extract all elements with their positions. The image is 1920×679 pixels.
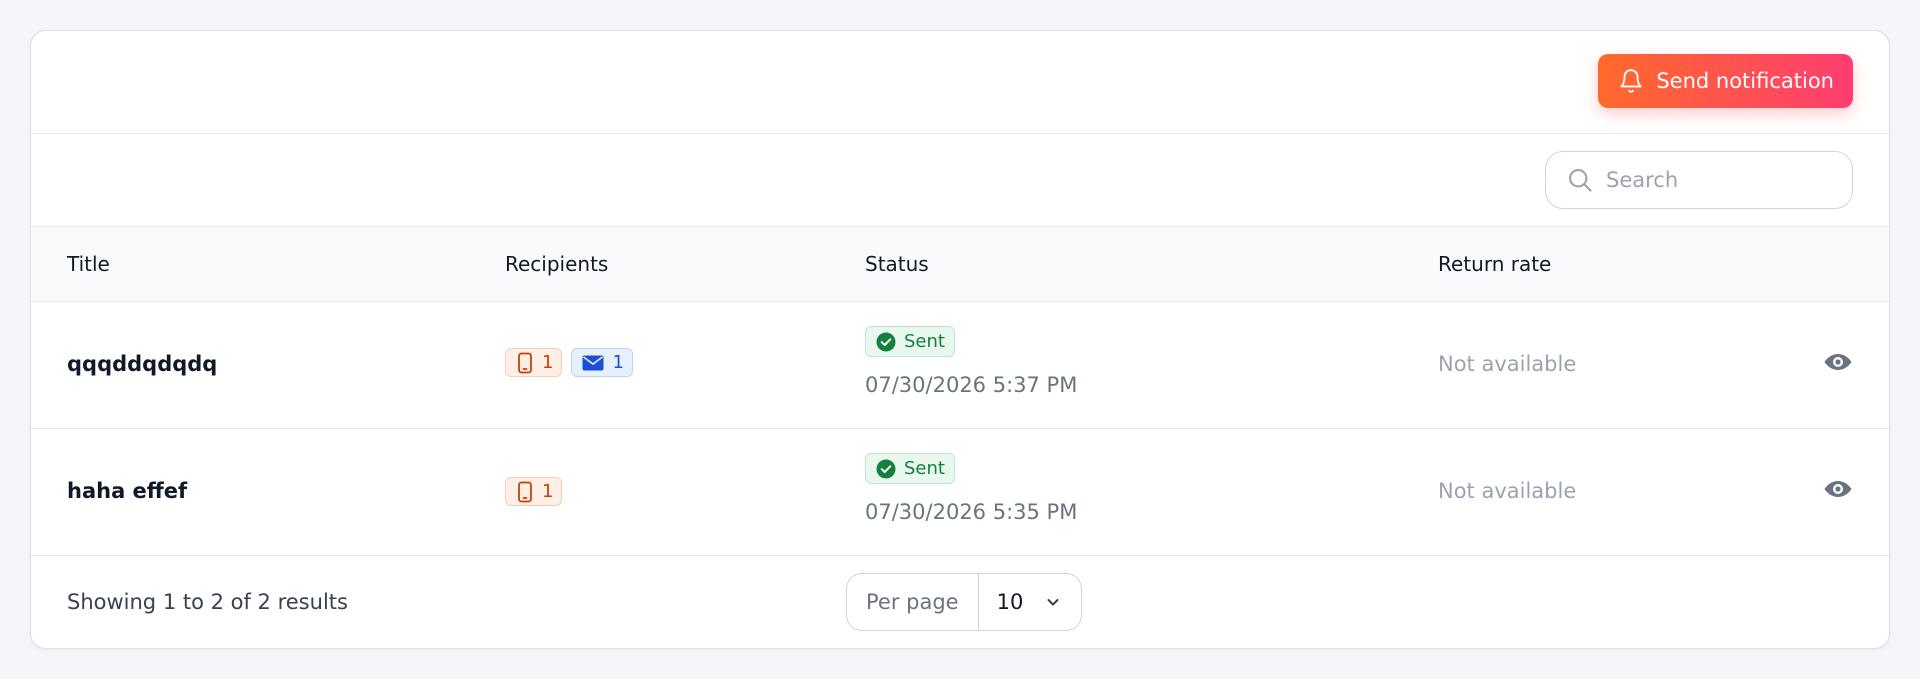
eye-icon[interactable]: [1823, 350, 1853, 374]
send-notification-label: Send notification: [1656, 69, 1834, 93]
table-row: qqqddqdqdq 1 1 Sent 07/30/2026 5:37 PM N…: [31, 302, 1889, 429]
column-status: Status: [865, 252, 929, 276]
recipients-cell: 1 1: [505, 348, 633, 377]
phone-icon: [518, 352, 532, 373]
pagination-footer: Showing 1 to 2 of 2 results Per page 10: [31, 556, 1889, 648]
bell-icon: [1620, 69, 1642, 93]
recipients-cell: 1: [505, 477, 563, 506]
status-cell: Sent 07/30/2026 5:37 PM: [865, 326, 1077, 397]
envelope-icon: [582, 355, 604, 370]
header-bar: Send notification: [31, 31, 1889, 134]
check-circle-icon: [876, 459, 896, 478]
search-bar: [31, 134, 1889, 227]
email-recipient-badge: 1: [571, 348, 633, 377]
per-page-label: Per page: [847, 574, 979, 630]
check-circle-icon: [876, 332, 896, 351]
sent-timestamp: 07/30/2026 5:37 PM: [865, 373, 1078, 397]
status-badge: Sent: [865, 326, 955, 357]
status-text: Sent: [904, 458, 945, 479]
sms-count: 1: [542, 352, 554, 373]
search-icon: [1569, 169, 1592, 192]
column-title: Title: [67, 252, 110, 276]
per-page-control: Per page 10: [846, 573, 1083, 631]
return-rate-value: Not available: [1438, 352, 1577, 376]
return-rate-value: Not available: [1438, 479, 1577, 503]
phone-icon: [518, 481, 532, 502]
status-cell: Sent 07/30/2026 5:35 PM: [865, 453, 1077, 524]
notification-title: qqqddqdqdq: [67, 352, 218, 376]
column-recipients: Recipients: [505, 252, 609, 276]
notification-title: haha effef: [67, 479, 188, 503]
sms-recipient-badge: 1: [505, 348, 563, 377]
status-badge: Sent: [865, 453, 955, 484]
search-field[interactable]: [1545, 151, 1853, 209]
eye-icon[interactable]: [1823, 477, 1853, 501]
sms-count: 1: [542, 481, 554, 502]
per-page-value: 10: [996, 590, 1024, 614]
chevron-down-icon: [1047, 599, 1059, 606]
per-page-select[interactable]: 10: [979, 574, 1082, 630]
column-return-rate: Return rate: [1438, 252, 1552, 276]
search-input[interactable]: [1606, 168, 1826, 192]
sms-recipient-badge: 1: [505, 477, 563, 506]
sent-timestamp: 07/30/2026 5:35 PM: [865, 500, 1078, 524]
table-row: haha effef 1 Sent 07/30/2026 5:35 PM Not…: [31, 429, 1889, 556]
email-count: 1: [612, 352, 624, 373]
send-notification-button[interactable]: Send notification: [1598, 54, 1853, 108]
results-summary: Showing 1 to 2 of 2 results: [67, 590, 348, 614]
notifications-panel: Send notification Title Recipients Statu…: [30, 30, 1890, 649]
table-header: Title Recipients Status Return rate: [31, 227, 1889, 302]
status-text: Sent: [904, 331, 945, 352]
